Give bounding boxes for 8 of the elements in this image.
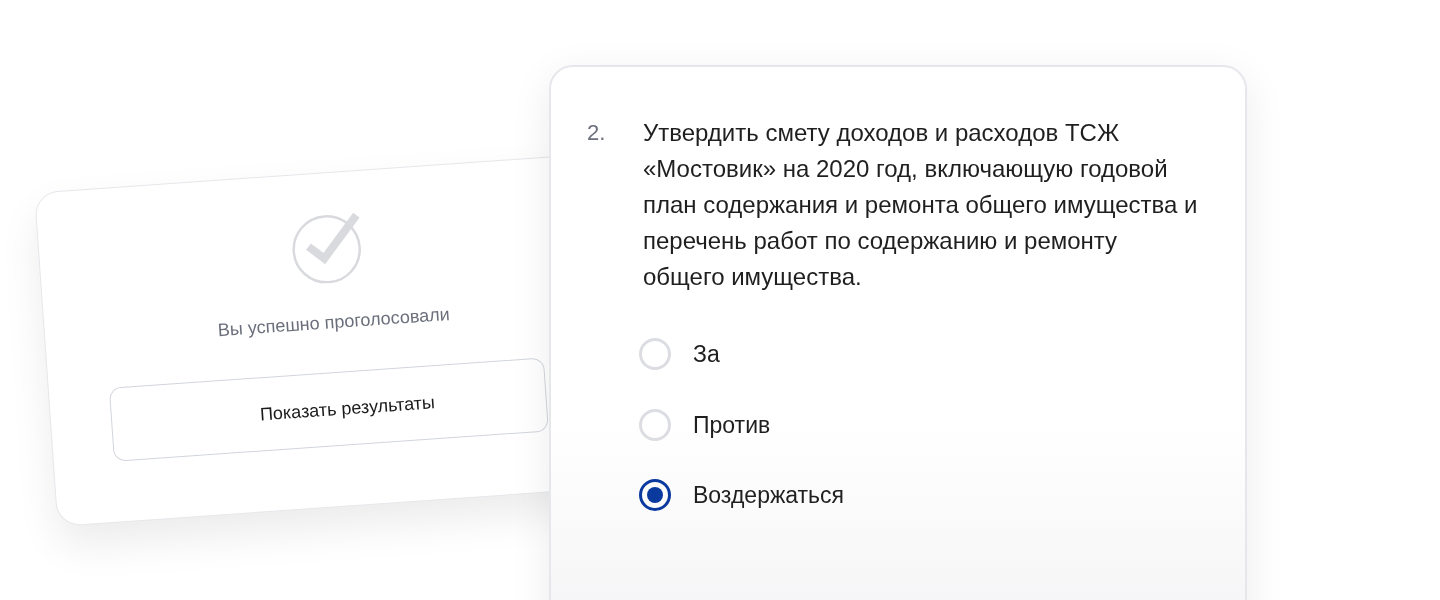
vote-option[interactable]: За [639,337,1245,372]
vote-option[interactable]: Воздержаться [639,478,1245,513]
question-text: Утвердить смету доходов и расходов ТСЖ «Мостовик» на 2020 год, включающую годовой план содержания и ремонта общего имущества и перечень работ по содержанию и ремонту общего имущества. [643,118,1199,292]
question-number: 2. [587,119,607,147]
show-results-button[interactable]: Показать результаты [108,357,549,462]
success-message: Вы успешно проголосовали [217,302,451,343]
radio-button[interactable] [639,479,671,512]
vote-option[interactable]: Против [639,407,1245,442]
